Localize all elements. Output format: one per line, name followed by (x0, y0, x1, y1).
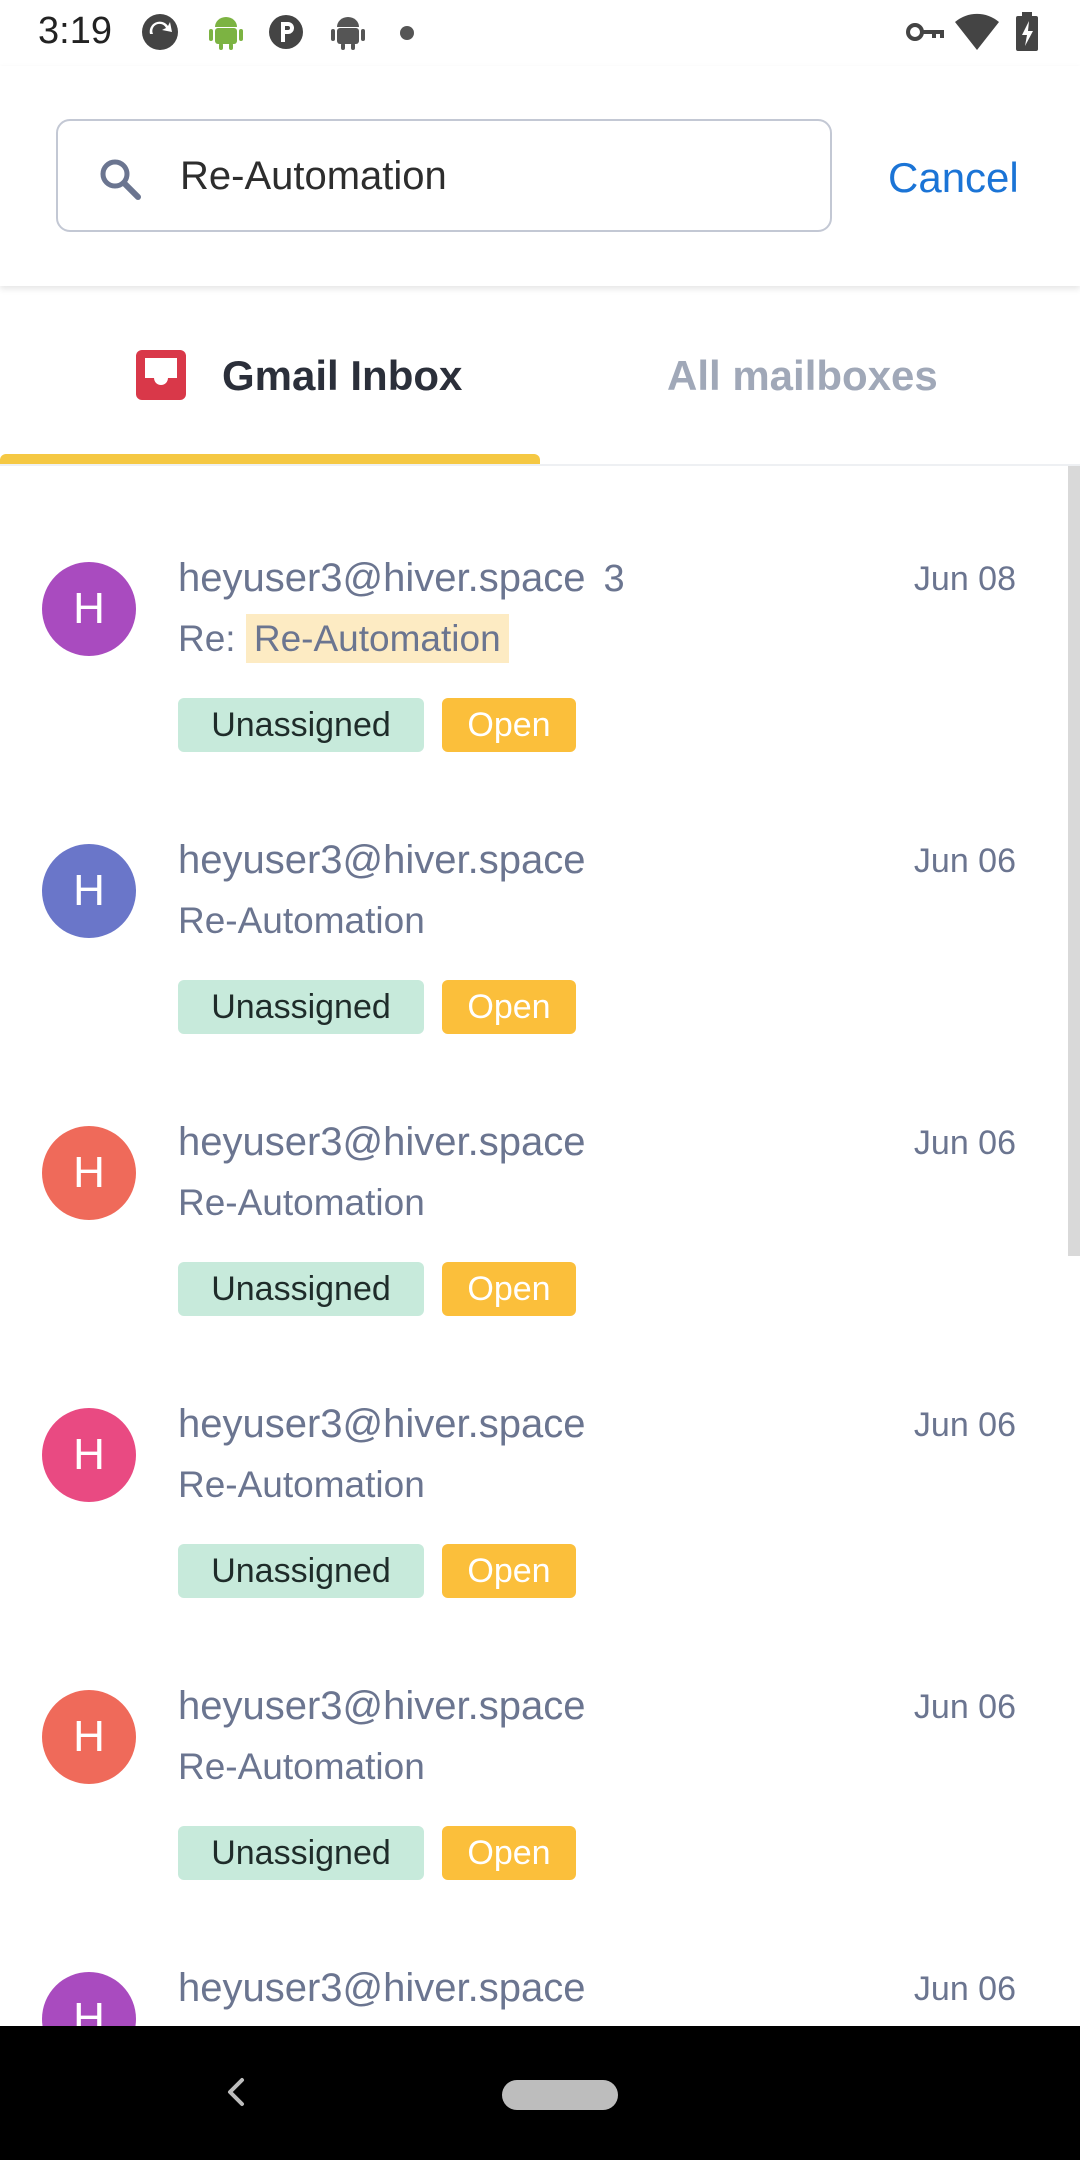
cancel-button[interactable]: Cancel (888, 154, 1019, 202)
subject-match-highlight: Re-Automation (245, 614, 509, 663)
email-date: Jun 08 (913, 560, 1016, 598)
home-pill-button[interactable] (502, 2080, 618, 2110)
list-scrollbar[interactable] (1068, 466, 1080, 1256)
email-list[interactable]: H heyuser3@hiver.space 3 Jun 08 Re: Re-Au… (0, 466, 1080, 2026)
email-subject: Re-Automation (178, 900, 425, 941)
assignee-badge: Unassigned (178, 1544, 424, 1598)
search-box[interactable] (56, 119, 832, 232)
email-date: Jun 06 (913, 842, 1016, 880)
status-badge: Open (442, 1544, 576, 1598)
sender-address: heyuser3@hiver.space (178, 1402, 586, 1446)
email-subject: Re-Automation (178, 1746, 425, 1787)
sender-address: heyuser3@hiver.space 3 (178, 556, 625, 601)
email-subject: Re-Automation (178, 1182, 425, 1223)
assignee-badge: Unassigned (178, 1262, 424, 1316)
android-dark-icon (331, 17, 365, 50)
avatar: H (42, 562, 136, 656)
active-tab-indicator (0, 454, 540, 464)
assignee-badge: Unassigned (178, 698, 424, 752)
email-date: Jun 06 (913, 1124, 1016, 1162)
avatar: H (42, 844, 136, 938)
tab-gmail-inbox[interactable]: Gmail Inbox (0, 286, 540, 466)
search-icon (100, 159, 141, 200)
vpn-key-icon (906, 23, 944, 41)
avatar: H (42, 1690, 136, 1784)
mailbox-tabs: Gmail Inbox All mailboxes (0, 286, 1080, 466)
status-bar: 3:19 (0, 0, 1080, 66)
wifi-icon (955, 13, 999, 50)
assignee-badge: Unassigned (178, 1826, 424, 1880)
tab-all-mailboxes[interactable]: All mailboxes (540, 286, 1080, 466)
sender-name: heyuser3@hiver.space (178, 556, 586, 600)
tab-all-mailboxes-label: All mailboxes (667, 352, 938, 399)
status-time: 3:19 (38, 10, 112, 52)
subject-prefix: Re: (178, 618, 236, 659)
back-icon[interactable] (216, 2072, 256, 2112)
notification-dot-icon (400, 26, 414, 40)
email-list-item[interactable]: H heyuser3@hiver.space Jun 06 (0, 1876, 1068, 2026)
android-icon (209, 17, 243, 50)
status-badge: Open (442, 1262, 576, 1316)
sender-address: heyuser3@hiver.space (178, 1966, 586, 2010)
email-subject: Re: Re-Automation (178, 614, 509, 663)
email-date: Jun 06 (913, 1406, 1016, 1444)
sender-address: heyuser3@hiver.space (178, 838, 586, 882)
email-list-item[interactable]: H heyuser3@hiver.space Jun 06 Re-Automat… (0, 748, 1068, 1034)
email-date: Jun 06 (913, 1688, 1016, 1726)
status-badge: Open (442, 698, 576, 752)
email-list-item[interactable]: H heyuser3@hiver.space 3 Jun 08 Re: Re-Au… (0, 466, 1068, 752)
email-list-item[interactable]: H heyuser3@hiver.space Jun 06 Re-Automat… (0, 1312, 1068, 1598)
thread-count: 3 (603, 558, 625, 600)
assignee-badge: Unassigned (178, 980, 424, 1034)
avatar: H (42, 1126, 136, 1220)
email-list-item[interactable]: H heyuser3@hiver.space Jun 06 Re-Automat… (0, 1030, 1068, 1316)
battery-charging-icon (1016, 12, 1038, 51)
sender-address: heyuser3@hiver.space (178, 1120, 586, 1164)
status-badge: Open (442, 1826, 576, 1880)
avatar: H (42, 1408, 136, 1502)
status-badge: Open (442, 980, 576, 1034)
sync-icon (142, 14, 178, 50)
email-list-item[interactable]: H heyuser3@hiver.space Jun 06 Re-Automat… (0, 1594, 1068, 1880)
inbox-icon (136, 350, 186, 400)
sender-address: heyuser3@hiver.space (178, 1684, 586, 1728)
system-nav-bar (0, 2026, 1080, 2160)
search-header: Cancel (0, 66, 1080, 286)
parking-icon (269, 15, 303, 49)
avatar: H (42, 1972, 136, 2026)
email-date: Jun 06 (913, 1970, 1016, 2008)
tab-gmail-inbox-label: Gmail Inbox (222, 352, 463, 399)
email-subject: Re-Automation (178, 1464, 425, 1505)
search-input[interactable] (180, 145, 800, 207)
